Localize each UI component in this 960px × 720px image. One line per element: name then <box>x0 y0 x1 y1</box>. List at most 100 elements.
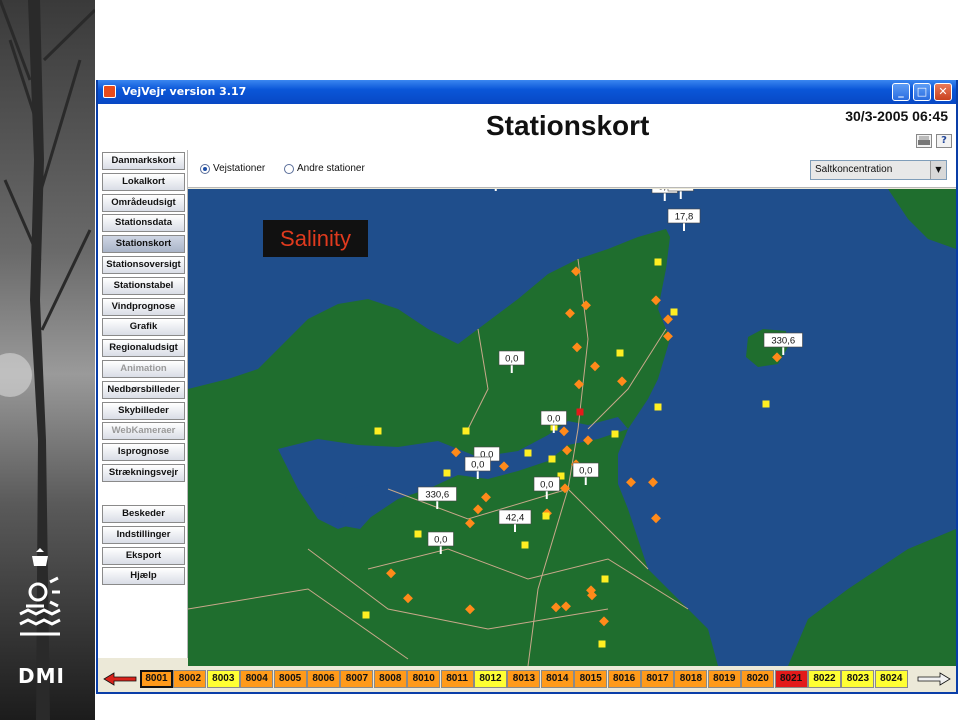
nav-button-stationskort[interactable]: Stationskort <box>102 235 185 254</box>
nav-button-hjælp[interactable]: Hjælp <box>102 567 185 586</box>
timeline-cell[interactable]: 8018 <box>674 670 708 688</box>
timeline-cell[interactable]: 8024 <box>874 670 908 688</box>
radio-other-stations-label: Andre stationer <box>297 163 365 174</box>
nav-button-skybilleder[interactable]: Skybilleder <box>102 401 185 420</box>
timeline-cell[interactable]: 8015 <box>574 670 608 688</box>
arrow-left-icon[interactable] <box>102 670 138 688</box>
station-marker[interactable] <box>443 469 451 477</box>
datetime-display: 30/3-2005 06:45 <box>845 108 948 124</box>
timeline-cell[interactable]: 8005 <box>273 670 307 688</box>
radio-road-stations[interactable] <box>200 164 210 174</box>
timeline-cell[interactable]: 8011 <box>440 670 474 688</box>
nav-button-lokalkort[interactable]: Lokalkort <box>102 172 185 191</box>
nav-button-beskeder[interactable]: Beskeder <box>102 505 185 523</box>
station-marker[interactable] <box>663 314 673 325</box>
timeline-cell[interactable]: 8010 <box>407 670 441 688</box>
timeline-cell[interactable]: 8007 <box>340 670 374 688</box>
station-marker[interactable] <box>670 308 678 316</box>
station-value-label: 0,0 <box>540 480 553 491</box>
timeline-cell[interactable]: 8016 <box>607 670 641 688</box>
nav-button-indstillinger[interactable]: Indstillinger <box>102 525 185 544</box>
nav-button-grafik[interactable]: Grafik <box>102 318 185 337</box>
nav-button-nedbørsbilleder[interactable]: Nedbørsbilleder <box>102 380 185 399</box>
nav-button-stationsdata[interactable]: Stationsdata <box>102 214 185 233</box>
timeline-cell[interactable]: 8022 <box>808 670 841 688</box>
nav-button-stationstabel[interactable]: Stationstabel <box>102 276 185 295</box>
nav-button-regionaludsigt[interactable]: Regionaludsigt <box>102 339 185 358</box>
station-marker[interactable] <box>542 512 550 520</box>
station-marker[interactable] <box>362 611 370 619</box>
printer-icon[interactable] <box>916 134 932 148</box>
brand-strip: DMI <box>0 0 95 720</box>
page-title: Stationskort <box>486 110 650 141</box>
station-value-label: 0,0 <box>434 535 447 546</box>
timeline-cell[interactable]: 8021 <box>774 670 808 688</box>
map-canvas[interactable]: 0,00,00,017,8330,60,00,00,00,00,0330,60,… <box>188 189 956 666</box>
station-marker[interactable] <box>598 640 606 648</box>
station-value-label: 330,6 <box>771 336 795 347</box>
timeline-cell[interactable]: 8002 <box>173 670 207 688</box>
nav-sidebar: Danmarkskort Lokalkort Områdeudsigt Station… <box>98 150 188 658</box>
timeline-cell[interactable]: 8019 <box>707 670 741 688</box>
parameter-select[interactable]: Saltkoncentration ▼ <box>810 160 947 180</box>
maximize-button[interactable]: □ <box>913 83 931 101</box>
timeline-cell[interactable]: 8012 <box>474 670 507 688</box>
station-value-label: 0,0 <box>547 414 560 425</box>
station-marker[interactable] <box>414 530 422 538</box>
station-marker[interactable] <box>616 349 624 357</box>
radio-other-stations[interactable] <box>284 164 294 174</box>
nav-button-webkameraer[interactable]: WebKameraer <box>102 422 185 441</box>
timeline-cell[interactable]: 8006 <box>307 670 340 688</box>
nav-button-vindprognose[interactable]: Vindprognose <box>102 297 185 316</box>
nav-button-stationsoversigt[interactable]: Stationsoversigt <box>102 256 185 274</box>
station-marker[interactable] <box>548 455 556 463</box>
station-marker[interactable] <box>654 403 662 411</box>
station-marker[interactable] <box>648 477 658 488</box>
close-button[interactable]: ✕ <box>934 83 952 101</box>
timeline-cell[interactable]: 8013 <box>507 670 541 688</box>
timeline-cell[interactable]: 8017 <box>641 670 674 688</box>
station-marker[interactable] <box>462 427 470 435</box>
land-east <box>788 529 956 666</box>
station-marker[interactable] <box>521 541 529 549</box>
station-value-label: 0,0 <box>674 189 687 191</box>
station-marker[interactable] <box>524 449 532 457</box>
nav-button-animation[interactable]: Animation <box>102 360 185 378</box>
station-marker[interactable] <box>576 408 584 416</box>
station-value-label: 17,8 <box>675 212 694 223</box>
timeline-cell[interactable]: 8023 <box>841 670 875 688</box>
nav-button-områdeudsigt[interactable]: Områdeudsigt <box>102 193 185 212</box>
timeline-cell[interactable]: 8003 <box>206 670 240 688</box>
station-map[interactable]: 0,00,00,017,8330,60,00,00,00,00,0330,60,… <box>188 189 956 666</box>
station-value-label: 0,0 <box>471 460 484 471</box>
app-icon <box>103 85 116 98</box>
timeline-cell[interactable]: 8020 <box>741 670 775 688</box>
timeline-cell[interactable]: 8004 <box>240 670 274 688</box>
station-marker[interactable] <box>762 400 770 408</box>
land-ne-tip <box>888 189 956 249</box>
help-icon[interactable]: ? <box>936 134 952 148</box>
station-marker[interactable] <box>601 575 609 583</box>
nav-button-isprognose[interactable]: Isprognose <box>102 443 185 462</box>
station-marker[interactable] <box>654 258 662 266</box>
timeline-cell[interactable]: 8014 <box>540 670 574 688</box>
station-marker[interactable] <box>374 427 382 435</box>
parameter-select-value: Saltkoncentration <box>815 164 893 175</box>
nav-button-strækningsvejr[interactable]: Strækningsvejr <box>102 464 185 482</box>
station-marker[interactable] <box>611 430 619 438</box>
station-value-label: 42,4 <box>506 513 525 524</box>
timeline-cell[interactable]: 8001 <box>140 670 173 688</box>
timeline-cell[interactable]: 8008 <box>373 670 407 688</box>
station-marker[interactable] <box>651 513 661 524</box>
arrow-right-icon[interactable] <box>916 670 952 688</box>
header: Stationskort 30/3-2005 06:45 ? <box>98 104 956 150</box>
title-bar[interactable]: VejVejr version 3.17 _ □ ✕ <box>98 80 956 104</box>
nav-button-eksport[interactable]: Eksport <box>102 546 185 565</box>
nav-button-danmarkskort[interactable]: Danmarkskort <box>102 152 185 170</box>
station-value-label: 0,0 <box>579 466 592 477</box>
chevron-down-icon[interactable]: ▼ <box>930 161 946 179</box>
station-marker[interactable] <box>626 477 636 488</box>
option-bar: Vejstationer Andre stationer Saltkoncent… <box>188 150 956 188</box>
minimize-button[interactable]: _ <box>892 83 910 101</box>
crown-sun-wave-icon <box>19 548 61 636</box>
